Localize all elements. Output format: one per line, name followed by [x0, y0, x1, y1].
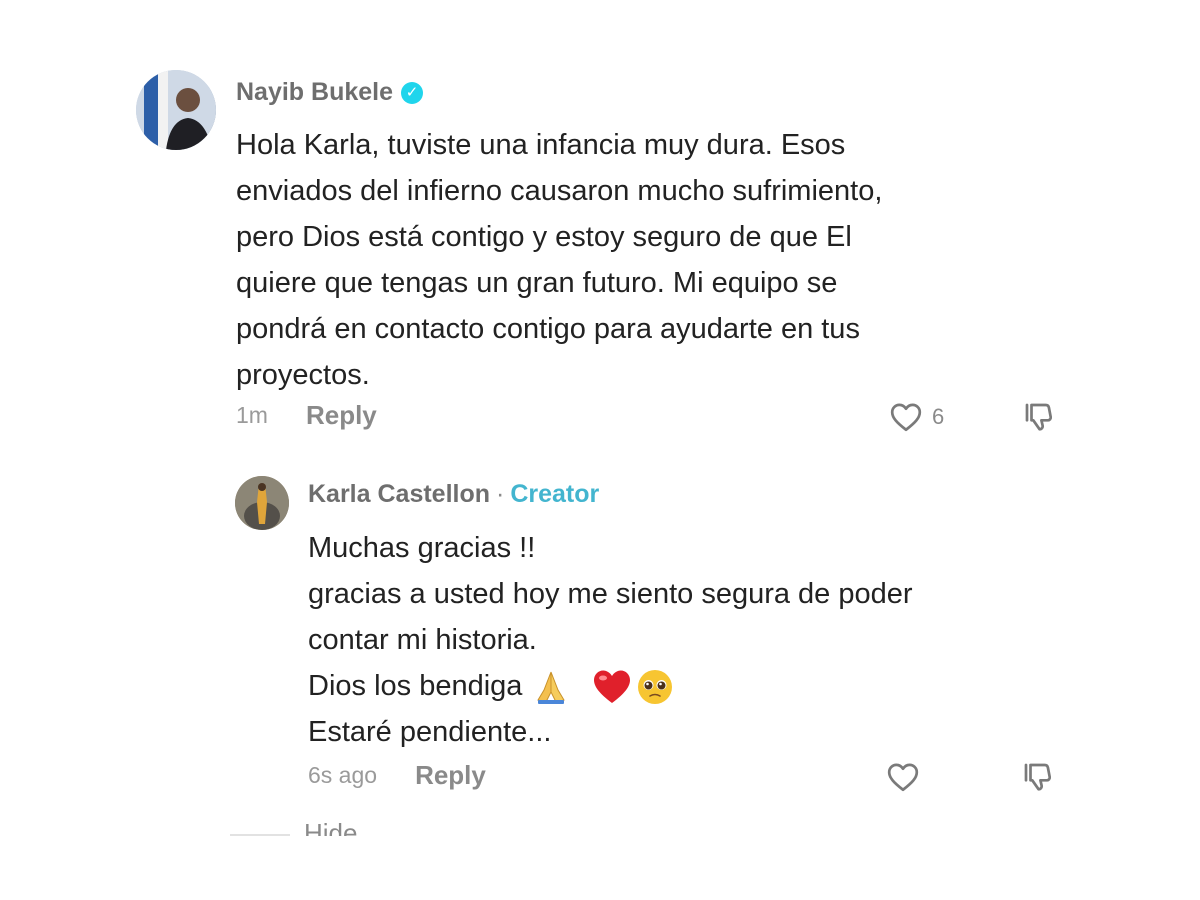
avatar-image	[136, 70, 216, 150]
reply-button[interactable]: Reply	[306, 400, 377, 431]
like-group: 6	[888, 399, 944, 435]
like-group	[885, 759, 921, 795]
comment-line: gracias a usted hoy me siento segura de …	[308, 578, 913, 610]
comment-line: proyectos.	[236, 359, 370, 391]
comment-text: Muchas gracias !! gracias a usted hoy me…	[308, 525, 1068, 755]
comment-line: Estaré pendiente...	[308, 716, 552, 748]
timestamp: 1m	[236, 402, 268, 428]
comment-line: contar mi historia.	[308, 624, 537, 656]
comment-text: Hola Karla, tuviste una infancia muy dur…	[236, 122, 1036, 398]
comment-line-with-emoji: Dios los bendiga	[308, 663, 1068, 709]
verified-icon: ✓	[401, 81, 424, 104]
avatar[interactable]	[136, 70, 216, 150]
comment-line: pondrá en contacto contigo para ayudarte…	[236, 313, 860, 345]
dislike-icon[interactable]	[1020, 759, 1056, 795]
comment-line: quiere que tengas un gran futuro. Mi equ…	[236, 267, 838, 299]
comment-line: enviados del infierno causaron mucho suf…	[236, 175, 883, 207]
avatar[interactable]	[235, 476, 289, 530]
heart-icon[interactable]	[888, 399, 924, 435]
pleading-face-icon	[638, 670, 673, 705]
reply-button[interactable]: Reply	[415, 760, 486, 791]
red-heart-icon	[594, 670, 631, 704]
hide-replies-row[interactable]: Hide	[230, 818, 357, 836]
divider	[230, 834, 290, 836]
creator-badge: Creator	[510, 480, 600, 508]
comment-line: Hola Karla, tuviste una infancia muy dur…	[236, 129, 846, 161]
separator: ·	[496, 480, 505, 508]
comment-line-text: Dios los bendiga	[308, 670, 523, 702]
folded-hands-icon	[537, 672, 566, 705]
comment-meta: 1m Reply	[236, 400, 377, 431]
dislike-icon[interactable]	[1021, 399, 1057, 435]
timestamp: 6s ago	[308, 762, 378, 788]
comment-line: Muchas gracias !!	[308, 532, 536, 564]
comment-line: pero Dios está contigo y estoy seguro de…	[236, 221, 852, 253]
comment-meta: 6s ago Reply	[308, 760, 486, 791]
like-count: 6	[932, 404, 945, 429]
author-name[interactable]: Karla Castellon	[308, 480, 490, 509]
avatar-image	[235, 476, 289, 530]
hide-replies-button[interactable]: Hide	[304, 818, 357, 836]
author-name[interactable]: Nayib Bukele	[236, 78, 393, 107]
heart-icon[interactable]	[885, 759, 921, 795]
author-row: Karla Castellon · Creator	[308, 480, 599, 509]
author-row: Nayib Bukele ✓	[236, 78, 424, 107]
